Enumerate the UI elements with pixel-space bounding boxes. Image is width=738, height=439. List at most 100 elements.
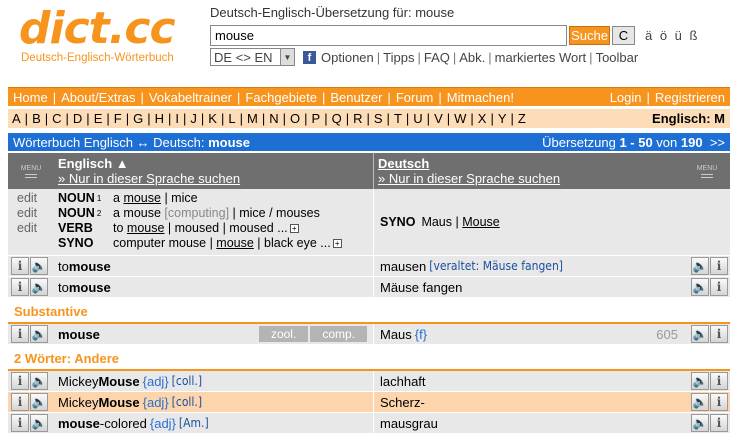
info-icon[interactable]: i: [710, 393, 728, 411]
synonym-link[interactable]: mouse: [216, 236, 254, 250]
info-icon[interactable]: i: [710, 278, 728, 296]
speaker-icon[interactable]: 🔈: [691, 325, 709, 343]
nav-fachgebiete[interactable]: Fachgebiete: [240, 90, 322, 105]
table-row[interactable]: i 🔈 mouse zool. comp. Maus {f} 605 🔈 i: [8, 323, 730, 345]
link-abk[interactable]: Abk.: [459, 50, 485, 65]
edit-link[interactable]: edit: [17, 206, 54, 221]
speaker-icon[interactable]: 🔈: [691, 372, 709, 390]
speaker-icon[interactable]: 🔈: [691, 278, 709, 296]
nav-mitmachen[interactable]: Mitmachen!: [442, 90, 519, 105]
alpha-letter-u[interactable]: U: [409, 111, 426, 126]
info-icon[interactable]: i: [11, 414, 29, 432]
info-icon[interactable]: i: [11, 393, 29, 411]
next-page-link[interactable]: >>: [710, 135, 725, 150]
clear-button[interactable]: C: [612, 26, 635, 45]
speaker-icon[interactable]: 🔈: [691, 414, 709, 432]
info-icon[interactable]: i: [11, 278, 29, 296]
info-icon[interactable]: i: [710, 414, 728, 432]
nav-vokabeltrainer[interactable]: Vokabeltrainer: [144, 90, 237, 105]
nav-forum[interactable]: Forum: [391, 90, 439, 105]
syno-link-mouse[interactable]: Mouse: [462, 215, 500, 229]
synonym-line: SYNO computer mouse | mouse | black eye .…: [58, 236, 369, 251]
info-icon[interactable]: i: [11, 325, 29, 343]
link-markiertes-wort[interactable]: markiertes Wort: [495, 50, 587, 65]
expand-icon[interactable]: +: [289, 224, 299, 234]
alpha-letter-e[interactable]: E: [90, 111, 107, 126]
nav-about[interactable]: About/Extras: [56, 90, 140, 105]
info-icon[interactable]: i: [11, 372, 29, 390]
alpha-letter-k[interactable]: K: [204, 111, 221, 126]
logo[interactable]: dict.cc Deutsch-Englisch-Wörterbuch: [19, 4, 199, 66]
search-only-english-link[interactable]: » Nur in dieser Sprache suchen: [58, 171, 240, 186]
language-select[interactable]: DE <> EN ▼: [210, 48, 295, 66]
alpha-letter-j[interactable]: J: [186, 111, 201, 126]
alpha-letter-o[interactable]: O: [286, 111, 304, 126]
speaker-icon[interactable]: 🔈: [30, 257, 48, 275]
search-input[interactable]: [210, 25, 567, 46]
link-tipps[interactable]: Tipps: [383, 50, 414, 65]
alpha-letter-v[interactable]: V: [430, 111, 447, 126]
synonym-link[interactable]: mouse: [127, 221, 165, 235]
alpha-letter-x[interactable]: X: [474, 111, 491, 126]
nav-home[interactable]: Home: [8, 90, 53, 105]
info-icon[interactable]: i: [710, 257, 728, 275]
alpha-letter-z[interactable]: Z: [514, 111, 530, 126]
info-icon[interactable]: i: [710, 325, 728, 343]
speaker-icon[interactable]: 🔈: [30, 325, 48, 343]
umlaut-buttons[interactable]: ä ö ü ß: [645, 28, 699, 43]
alpha-letter-l[interactable]: L: [224, 111, 239, 126]
section-heading-two-words: 2 Wörter: Andere: [8, 345, 730, 371]
nav-benutzer[interactable]: Benutzer: [325, 90, 387, 105]
speaker-icon[interactable]: 🔈: [30, 393, 48, 411]
nav-login[interactable]: Login: [605, 90, 647, 105]
alpha-letter-d[interactable]: D: [69, 111, 86, 126]
alpha-letter-g[interactable]: G: [129, 111, 147, 126]
expand-icon[interactable]: +: [332, 239, 342, 249]
tag-zool[interactable]: zool.: [258, 326, 309, 342]
edit-link[interactable]: edit: [17, 191, 54, 206]
entry-german: lachhaft: [374, 371, 684, 392]
alpha-letter-t[interactable]: T: [390, 111, 406, 126]
table-row[interactable]: i 🔈 to mouse Mäuse fangen 🔈 i: [8, 276, 730, 298]
search-only-german-link[interactable]: » Nur in dieser Sprache suchen: [378, 171, 560, 186]
alpha-letter-c[interactable]: C: [48, 111, 65, 126]
speaker-icon[interactable]: 🔈: [30, 278, 48, 296]
info-icon[interactable]: i: [710, 372, 728, 390]
alpha-letter-r[interactable]: R: [349, 111, 366, 126]
menu-icon-right[interactable]: MENU: [684, 153, 730, 189]
facebook-icon[interactable]: f: [303, 50, 316, 64]
alpha-letter-n[interactable]: N: [265, 111, 282, 126]
speaker-icon[interactable]: 🔈: [691, 393, 709, 411]
entry-term: mouse: [68, 258, 111, 274]
tag-comp[interactable]: comp.: [310, 326, 367, 342]
link-toolbar[interactable]: Toolbar: [596, 50, 639, 65]
alpha-letter-i[interactable]: I: [171, 111, 183, 126]
synonym-link[interactable]: mouse: [123, 191, 161, 205]
alpha-letter-h[interactable]: H: [151, 111, 168, 126]
alpha-letter-p[interactable]: P: [308, 111, 325, 126]
nav-registrieren[interactable]: Registrieren: [650, 90, 730, 105]
speaker-icon[interactable]: 🔈: [30, 372, 48, 390]
alpha-letter-b[interactable]: B: [28, 111, 45, 126]
info-icon[interactable]: i: [11, 257, 29, 275]
speaker-icon[interactable]: 🔈: [30, 414, 48, 432]
sort-german[interactable]: Deutsch: [378, 156, 680, 171]
sort-english[interactable]: Englisch ▲: [58, 156, 369, 171]
table-row[interactable]: i 🔈 Mickey Mouse {adj} [coll.] lachhaft 🔈 i: [8, 370, 730, 392]
alpha-letter-s[interactable]: S: [370, 111, 387, 126]
speaker-icon[interactable]: 🔈: [691, 257, 709, 275]
table-row[interactable]: i 🔈 Mickey Mouse {adj} [coll.] Scherz- 🔈 i: [8, 391, 730, 413]
search-button[interactable]: Suche: [569, 26, 610, 45]
table-row[interactable]: i 🔈 mouse -colored {adj} [Am.] mausgrau 🔈 i: [8, 412, 730, 434]
link-optionen[interactable]: Optionen: [321, 50, 374, 65]
link-faq[interactable]: FAQ: [424, 50, 450, 65]
edit-link[interactable]: edit: [17, 221, 54, 236]
alpha-letter-a[interactable]: A: [8, 111, 25, 126]
alpha-letter-q[interactable]: Q: [328, 111, 346, 126]
alpha-letter-f[interactable]: F: [110, 111, 126, 126]
alpha-letter-y[interactable]: Y: [494, 111, 511, 126]
alpha-letter-w[interactable]: W: [450, 111, 470, 126]
alpha-letter-m[interactable]: M: [243, 111, 262, 126]
menu-icon-left[interactable]: MENU: [8, 153, 54, 189]
table-row[interactable]: i 🔈 to mouse mausen [veraltet: Mäuse fangen]…: [8, 255, 730, 277]
